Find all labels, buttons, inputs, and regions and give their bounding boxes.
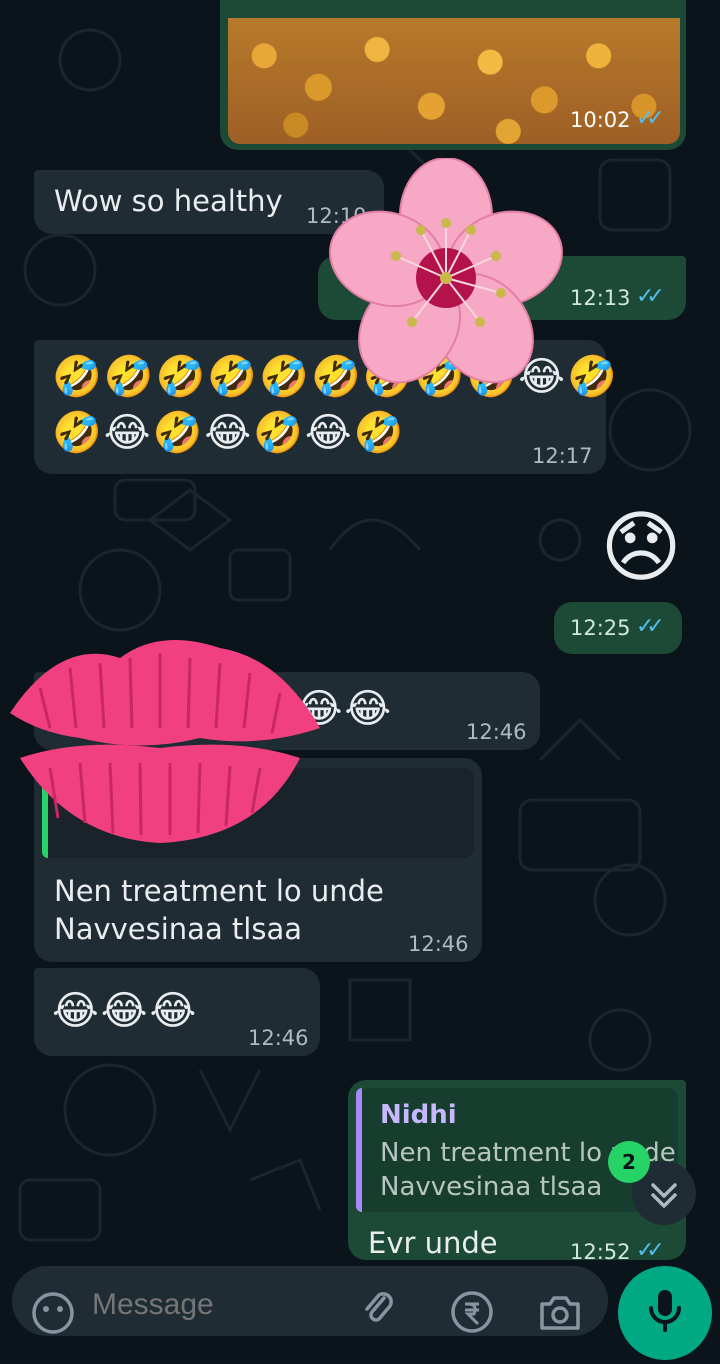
double-check-icon: ✓✓ bbox=[636, 614, 665, 639]
message-time: 12:46 bbox=[408, 932, 469, 956]
sad-face-sticker[interactable]: 😞 bbox=[596, 503, 686, 593]
kiss-lips-sticker bbox=[10, 640, 320, 843]
message-time: 12:25 bbox=[570, 616, 631, 640]
emoji-message-row: 😂😂😂 bbox=[52, 988, 199, 1034]
quote-text-line: Navvesinaa tlsaa bbox=[380, 1172, 603, 1202]
message-text-line: Navvesinaa tlsaa bbox=[54, 912, 303, 946]
cherry-blossom-sticker bbox=[329, 158, 563, 384]
unread-count-badge: 2 bbox=[608, 1141, 650, 1183]
message-text: Evr unde bbox=[368, 1226, 498, 1260]
message-time: 12:13 bbox=[570, 286, 631, 310]
double-check-icon: ✓✓ bbox=[636, 284, 665, 309]
rupee-icon[interactable] bbox=[450, 1290, 494, 1334]
message-text: Wow so healthy bbox=[54, 184, 283, 218]
message-time: 12:52 bbox=[570, 1240, 631, 1264]
microphone-icon bbox=[649, 1290, 681, 1332]
emoji-icon[interactable] bbox=[30, 1290, 76, 1336]
quote-author: Nidhi bbox=[380, 1100, 457, 1130]
paperclip-icon[interactable] bbox=[362, 1288, 394, 1328]
double-check-icon: ✓✓ bbox=[636, 1238, 665, 1263]
camera-icon[interactable] bbox=[536, 1290, 584, 1334]
message-time: 10:02 bbox=[570, 108, 631, 132]
double-check-icon: ✓✓ bbox=[636, 106, 665, 131]
voice-message-button[interactable] bbox=[618, 1266, 712, 1360]
message-time: 12:46 bbox=[466, 720, 527, 744]
quote-accent-bar bbox=[356, 1088, 362, 1212]
message-time: 12:17 bbox=[532, 444, 593, 468]
message-input[interactable] bbox=[90, 1284, 354, 1326]
message-time: 12:46 bbox=[248, 1026, 309, 1050]
emoji-message-row: 🤣😂🤣😂🤣😂🤣 bbox=[52, 410, 406, 456]
